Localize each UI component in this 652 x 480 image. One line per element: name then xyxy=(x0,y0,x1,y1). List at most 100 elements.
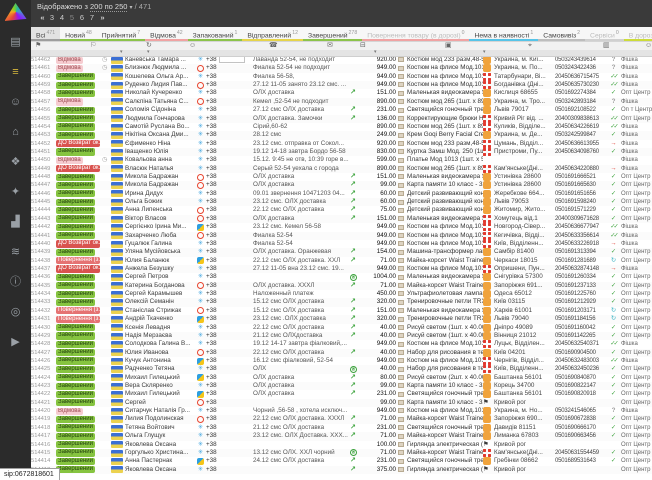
table-row[interactable]: 514443ЗавершенийВіктор Власов+38ОЛХ дост… xyxy=(31,215,652,223)
chevron-down-icon[interactable]: ▾ xyxy=(130,5,133,11)
phone-cell[interactable]: +38 xyxy=(206,156,253,164)
phone-cell[interactable]: +38 xyxy=(206,173,253,181)
table-row[interactable]: 514460ЗавершенийКошелева Ольга Ар...✳+38… xyxy=(31,73,652,81)
phone-cell[interactable]: +38 xyxy=(206,257,253,265)
table-row[interactable]: 514462Відмова◷Каневська Тамара ...✳+38Ла… xyxy=(31,56,652,64)
phone-cell[interactable]: +38 xyxy=(206,206,253,214)
phone-column-icon[interactable]: ☎ xyxy=(269,41,278,50)
ttn-column-icon[interactable]: ▥ xyxy=(603,41,610,50)
phone-cell[interactable]: +38 xyxy=(206,148,253,156)
table-row[interactable]: 514453ЗавершенийНікітіна Оксана Дми...✳+… xyxy=(31,131,652,139)
phone-cell[interactable]: +38 xyxy=(206,282,253,290)
phone-cell[interactable]: +38 xyxy=(206,307,253,315)
monitor-icon[interactable]: ◎ xyxy=(0,297,31,327)
first-page-button[interactable]: « xyxy=(37,13,47,22)
table-row[interactable]: 514420ВідмоваСитарчук Наталія Гр...✳+38Ч… xyxy=(31,407,652,415)
filter-caret-icon[interactable]: ▾ xyxy=(147,49,150,55)
table-row[interactable]: 514435ЗавершенийКатерина Богданова+38ОЛХ… xyxy=(31,282,652,290)
phone-cell[interactable]: +38 xyxy=(206,123,253,131)
range-selector[interactable]: 200 по 250 xyxy=(90,2,127,12)
client-column-icon[interactable]: ☺ xyxy=(189,41,196,50)
table-row[interactable]: 514413ЗавершенийЯковлева Оксана✳+38↗375.… xyxy=(31,466,652,474)
phone-cell[interactable]: +38 xyxy=(206,265,253,273)
table-row[interactable]: 514439ЗавершенийУляна Мусійовська✳+38ОЛХ… xyxy=(31,248,652,256)
table-row[interactable]: 514427ЗавершенийЮлия Иванова+3822.12 смс… xyxy=(31,349,652,357)
table-row[interactable]: 514422ЗавершенийМихаил Гилецький+38ОЛХ д… xyxy=(31,390,652,398)
table-row[interactable]: 514436ЗавершенийСергей Петров✳+38₴1004.0… xyxy=(31,273,652,281)
phone-cell[interactable]: +38 xyxy=(206,190,253,198)
tab-all[interactable]: Всі471 xyxy=(31,27,60,41)
page-number-5[interactable]: 5 xyxy=(67,13,77,22)
clients-icon[interactable]: ☺ xyxy=(0,87,31,117)
table-row[interactable]: 514425ЗавершенийРадченко Тетяна✳+38ОЛХ₴4… xyxy=(31,365,652,373)
table-row[interactable]: 514451ЗавершенийІващенко Юлія✳+3819.12 1… xyxy=(31,148,652,156)
product-column-icon[interactable]: ▣ xyxy=(445,41,452,50)
table-row[interactable]: 514433ЗавершенийОлексій Семанін✳+3815.12… xyxy=(31,298,652,306)
phone-cell[interactable]: +38 xyxy=(206,240,253,248)
table-row[interactable]: 514442ЗавершенийСергієнко Ірина Ми...+38… xyxy=(31,223,652,231)
phone-cell[interactable]: +38 xyxy=(206,449,253,457)
table-row[interactable]: 514426ЗавершенийКучук Антонина+3816.12 с… xyxy=(31,357,652,365)
table-row[interactable]: 514448ЗавершенийМикола Бадражан+38ОЛХ до… xyxy=(31,173,652,181)
table-row[interactable]: 514456ЗавершенийСоломія Сідоніна✳+3827.1… xyxy=(31,106,652,114)
status-flag-column-icon[interactable]: ⚑ xyxy=(35,41,41,50)
filter-caret-icon[interactable]: ▾ xyxy=(374,49,377,55)
table-row[interactable]: 514416ЗавершенийЯковлева Оксана✳+38100.0… xyxy=(31,441,652,449)
phone-cell[interactable]: +38 xyxy=(206,298,253,306)
statistics-icon[interactable]: ▟ xyxy=(0,207,31,237)
phone-cell[interactable]: +38 xyxy=(206,165,253,173)
settings-sliders-icon[interactable]: ≋ xyxy=(0,237,31,267)
tab-new[interactable]: Новий48 xyxy=(60,27,97,41)
phone-cell[interactable]: +38 xyxy=(206,357,253,365)
page-number-4[interactable]: 4 xyxy=(57,13,67,22)
page-number-6[interactable]: 6 xyxy=(77,13,87,22)
table-row[interactable]: 514444ЗавершенийАнна Липенська+3822.12 с… xyxy=(31,206,652,214)
phone-cell[interactable]: +38 xyxy=(206,349,253,357)
table-row[interactable]: 514428ЗавершенийСолодкова Галина В...✳+3… xyxy=(31,340,652,348)
phone-cell[interactable]: +38 xyxy=(206,198,253,206)
phone-cell[interactable]: +38 xyxy=(206,441,253,449)
finance-icon[interactable]: ❖ xyxy=(0,147,31,177)
tab-packed[interactable]: Запакований1 xyxy=(188,27,243,41)
table-row[interactable]: 514452ДО Возврат ок...Єфименко Ніна✳+382… xyxy=(31,140,652,148)
phone-cell[interactable]: +38 xyxy=(206,340,253,348)
phone-cell[interactable]: +38 xyxy=(206,466,253,474)
tab-way-home[interactable]: В дорозі додому0 xyxy=(624,27,652,41)
table-row[interactable]: 514454ЗавершенийСамотій Руслана Во...✳+3… xyxy=(31,123,652,131)
table-row[interactable]: 514418ЗавершенийТетяна Войтович✳+3821.12… xyxy=(31,424,652,432)
table-row[interactable]: 514429ЗавершенийНадія Мерзаєва✳+3821.12 … xyxy=(31,332,652,340)
phone-cell[interactable]: +38 xyxy=(206,115,253,123)
table-row[interactable]: 514434ЗавершенийСергей Карамышев✳+38Нало… xyxy=(31,290,652,298)
table-row[interactable]: 514450Відмова◷Ковальова анна✳+3815.12. 9… xyxy=(31,156,652,164)
app-logo-icon[interactable] xyxy=(5,3,27,21)
last-page-button[interactable]: » xyxy=(97,13,107,22)
phone-cell[interactable]: +38 xyxy=(206,248,253,256)
phone-cell[interactable]: +38 xyxy=(206,131,253,139)
phone-cell[interactable]: +38 xyxy=(206,89,253,97)
phone-cell[interactable]: +38 xyxy=(206,98,253,106)
phone-cell[interactable]: +38 xyxy=(206,382,253,390)
table-row[interactable]: 514432Повернення (з...Станіслав Стрижак+… xyxy=(31,307,652,315)
table-row[interactable]: 514414ЗавершенийАнна Пастернак+3824.12 с… xyxy=(31,457,652,465)
phone-cell[interactable]: +38 xyxy=(206,457,253,465)
table-row[interactable]: 514449ДО Возврат ок...Власюк Наталья✳+38… xyxy=(31,165,652,173)
table-row[interactable]: 514438Повернення (з...Юлия Баланюк+3822.… xyxy=(31,257,652,265)
phone-cell[interactable]: +38 xyxy=(206,73,253,81)
phone-cell[interactable]: +38 xyxy=(206,290,253,298)
table-row[interactable]: 514430ЗавершенийКсенія Левадня✳+3822.12 … xyxy=(31,324,652,332)
filter-caret-icon[interactable]: ▾ xyxy=(120,49,123,55)
payment-column-icon[interactable]: ⊟ xyxy=(360,41,366,50)
address-column-icon[interactable]: ⌖ xyxy=(528,41,532,50)
phone-cell[interactable]: +38 xyxy=(206,332,253,340)
phone-cell[interactable]: +38 xyxy=(206,140,253,148)
table-row[interactable]: 514415ЗавершенийГоргулько Христина...✳+3… xyxy=(31,449,652,457)
table-row[interactable]: 514424ЗавершенийМихаил Гилецький+38ОЛХ д… xyxy=(31,374,652,382)
phone-cell[interactable]: +38 xyxy=(206,215,253,223)
phone-cell[interactable]: +38 xyxy=(206,390,253,398)
comment-column-icon[interactable]: ✉ xyxy=(327,41,333,50)
table-row[interactable]: 514419ЗавершенийЛилия Подолинская+3822.1… xyxy=(31,415,652,423)
phone-cell[interactable]: +38 xyxy=(206,232,253,240)
table-row[interactable]: 514441ЗавершенийЗахарченко Люба+38Фиалка… xyxy=(31,232,652,240)
table-row[interactable]: 514423ЗавершенийВера Скляренко✳+38ОЛХ до… xyxy=(31,382,652,390)
tab-sent[interactable]: Відправлений12 xyxy=(242,27,303,41)
